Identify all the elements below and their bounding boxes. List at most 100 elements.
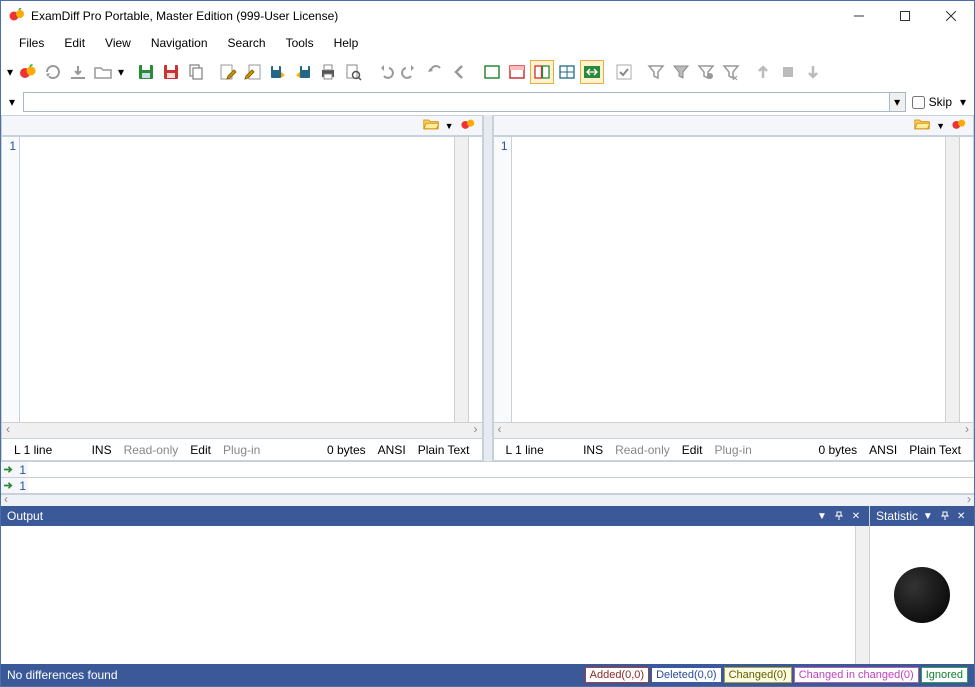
panel-close-icon[interactable]: ✕ (849, 509, 863, 523)
sync-row[interactable]: 1 (1, 478, 974, 494)
open-file-icon[interactable] (914, 117, 930, 134)
open-file-icon[interactable] (423, 117, 439, 134)
toolbar-overflow-icon[interactable]: ▾ (5, 65, 15, 79)
maximize-button[interactable] (882, 1, 928, 31)
right-vscroll[interactable] (945, 137, 959, 422)
menu-search[interactable]: Search (218, 32, 276, 54)
badge-deleted[interactable]: Deleted(0,0) (651, 667, 722, 683)
open-dropdown-icon[interactable]: ▾ (116, 65, 126, 79)
stats-pie-icon (894, 567, 950, 623)
sync-arrow-icon (1, 464, 16, 475)
left-vscroll[interactable] (454, 137, 468, 422)
view-single-icon[interactable] (480, 60, 504, 84)
panel-menu-icon[interactable]: ▼ (815, 509, 829, 523)
right-hscroll[interactable] (494, 422, 974, 438)
menu-navigation[interactable]: Navigation (141, 32, 218, 54)
status-ins: INS (577, 443, 609, 457)
menu-files[interactable]: Files (9, 32, 54, 54)
open-file-dropdown-icon[interactable]: ▼ (445, 121, 454, 131)
save-left-icon[interactable] (266, 60, 290, 84)
status-edit[interactable]: Edit (184, 443, 217, 457)
prev-icon[interactable] (423, 60, 447, 84)
menu-tools[interactable]: Tools (276, 32, 324, 54)
badge-changed[interactable]: Changed(0) (724, 667, 792, 683)
panel-menu-icon[interactable]: ▼ (921, 509, 935, 523)
output-header: Output ▼ ✕ (1, 506, 869, 526)
up-arrow-icon[interactable] (751, 60, 775, 84)
minimize-button[interactable] (836, 1, 882, 31)
diff-panes: ▼ 1 L 1 line INS Read-only Edit Plug-in … (1, 115, 974, 461)
skip-label: Skip (929, 95, 952, 109)
filter4-icon[interactable] (719, 60, 743, 84)
check-icon[interactable] (612, 60, 636, 84)
sync-row[interactable]: 1 (1, 462, 974, 478)
status-edit[interactable]: Edit (676, 443, 709, 457)
line-number: 1 (2, 139, 16, 153)
redo-icon[interactable] (398, 60, 422, 84)
pane-compare-icon[interactable] (951, 117, 967, 134)
menu-edit[interactable]: Edit (54, 32, 95, 54)
edit-right-icon[interactable] (241, 60, 265, 84)
preview-icon[interactable] (341, 60, 365, 84)
down-arrow-icon[interactable] (801, 60, 825, 84)
filter2-icon[interactable] (669, 60, 693, 84)
badge-changed-in-changed[interactable]: Changed in changed(0) (794, 667, 919, 683)
panel-pin-icon[interactable] (938, 509, 952, 523)
toolbar: ▾ ▾ (1, 55, 974, 89)
stop-icon[interactable] (776, 60, 800, 84)
edit-left-icon[interactable] (216, 60, 240, 84)
close-button[interactable] (928, 1, 974, 31)
badge-added[interactable]: Added(0,0) (585, 667, 649, 683)
open-file-dropdown-icon[interactable]: ▼ (936, 121, 945, 131)
open-icon[interactable] (91, 60, 115, 84)
search-dropdown-icon[interactable]: ▾ (890, 92, 906, 112)
back-icon[interactable] (448, 60, 472, 84)
compare-icon[interactable] (16, 60, 40, 84)
output-content[interactable] (1, 526, 855, 664)
copy-icon[interactable] (184, 60, 208, 84)
panel-close-icon[interactable]: ✕ (954, 509, 968, 523)
status-pos: L 1 line (500, 443, 550, 457)
left-pane-header: ▼ (2, 116, 482, 136)
save-icon[interactable] (134, 60, 158, 84)
save-right-icon[interactable] (291, 60, 315, 84)
save-warn-icon[interactable] (159, 60, 183, 84)
status-bytes: 0 bytes (812, 443, 863, 457)
menubar: Files Edit View Navigation Search Tools … (1, 31, 974, 55)
status-type: Plain Text (903, 443, 967, 457)
status-readonly: Read-only (118, 443, 185, 457)
undo-icon[interactable] (373, 60, 397, 84)
print-icon[interactable] (316, 60, 340, 84)
filter3-icon[interactable] (694, 60, 718, 84)
view-split-icon[interactable] (530, 60, 554, 84)
skip-checkbox-input[interactable] (912, 96, 925, 109)
status-pos: L 1 line (8, 443, 58, 457)
left-minimap[interactable] (468, 137, 482, 422)
panel-pin-icon[interactable] (832, 509, 846, 523)
pane-splitter[interactable] (483, 115, 493, 461)
sync-lineno: 1 (16, 463, 28, 477)
statistics-panel: Statistic ▼ ✕ (870, 506, 974, 664)
output-vscroll[interactable] (855, 526, 869, 664)
right-minimap[interactable] (959, 137, 973, 422)
status-encoding: ANSI (863, 443, 903, 457)
menu-help[interactable]: Help (324, 32, 369, 54)
view-sync-icon[interactable] (580, 60, 604, 84)
sync-arrow-icon (1, 480, 16, 491)
left-hscroll[interactable] (2, 422, 482, 438)
skip-dropdown-icon[interactable]: ▾ (958, 95, 968, 109)
left-editor[interactable] (20, 137, 454, 422)
abort-icon[interactable] (66, 60, 90, 84)
pane-compare-icon[interactable] (460, 117, 476, 134)
badge-ignored[interactable]: Ignored (921, 667, 968, 683)
filter1-icon[interactable] (644, 60, 668, 84)
right-editor[interactable] (512, 137, 946, 422)
searchbar-overflow-icon[interactable]: ▾ (7, 95, 17, 109)
view-diff-icon[interactable] (505, 60, 529, 84)
skip-checkbox[interactable]: Skip (912, 95, 952, 109)
refresh-icon[interactable] (41, 60, 65, 84)
view-grid-icon[interactable] (555, 60, 579, 84)
search-input[interactable] (23, 92, 890, 112)
sync-hscroll[interactable] (1, 494, 974, 506)
menu-view[interactable]: View (95, 32, 141, 54)
